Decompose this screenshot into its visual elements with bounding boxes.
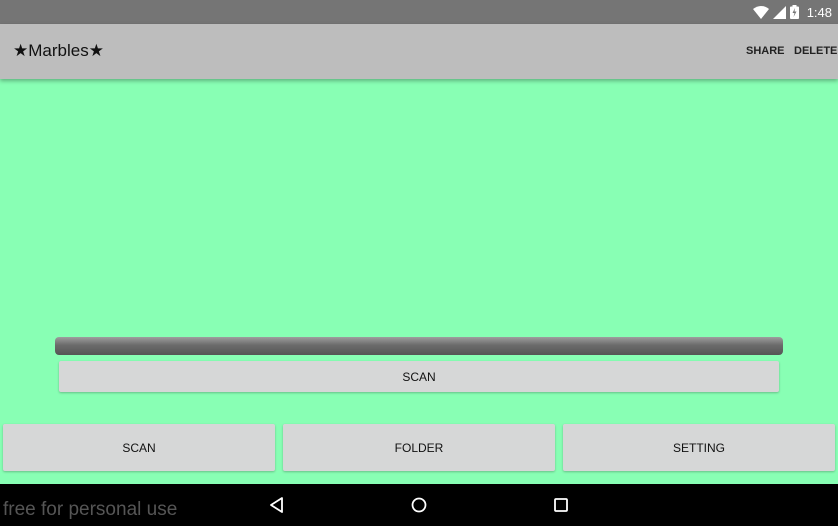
scan-progress-bar (55, 337, 783, 355)
navigation-bar: free for personal use (0, 484, 838, 526)
status-time: 1:48 (806, 4, 832, 20)
app-title: ★Marbles★ (13, 41, 104, 60)
watermark-text: free for personal use (3, 499, 178, 520)
app-bar: ★Marbles★ SHARE DELETE (0, 24, 838, 79)
back-icon[interactable] (268, 496, 286, 514)
status-icons: 1:48 (752, 0, 832, 24)
status-bar: 1:48 (0, 0, 838, 24)
share-button[interactable]: SHARE (746, 45, 785, 57)
app-screen: 1:48 ★Marbles★ SHARE DELETE SCAN SCAN FO… (0, 0, 838, 526)
signal-icon (772, 5, 786, 19)
home-icon[interactable] (410, 496, 428, 514)
wifi-icon (752, 5, 769, 19)
folder-button[interactable]: FOLDER (283, 424, 555, 471)
setting-button[interactable]: SETTING (563, 424, 835, 471)
bottom-scan-button[interactable]: SCAN (3, 424, 275, 471)
recents-icon[interactable] (552, 496, 570, 514)
battery-charging-icon (789, 5, 799, 19)
delete-button[interactable]: DELETE (794, 45, 837, 57)
scan-button[interactable]: SCAN (59, 361, 779, 392)
